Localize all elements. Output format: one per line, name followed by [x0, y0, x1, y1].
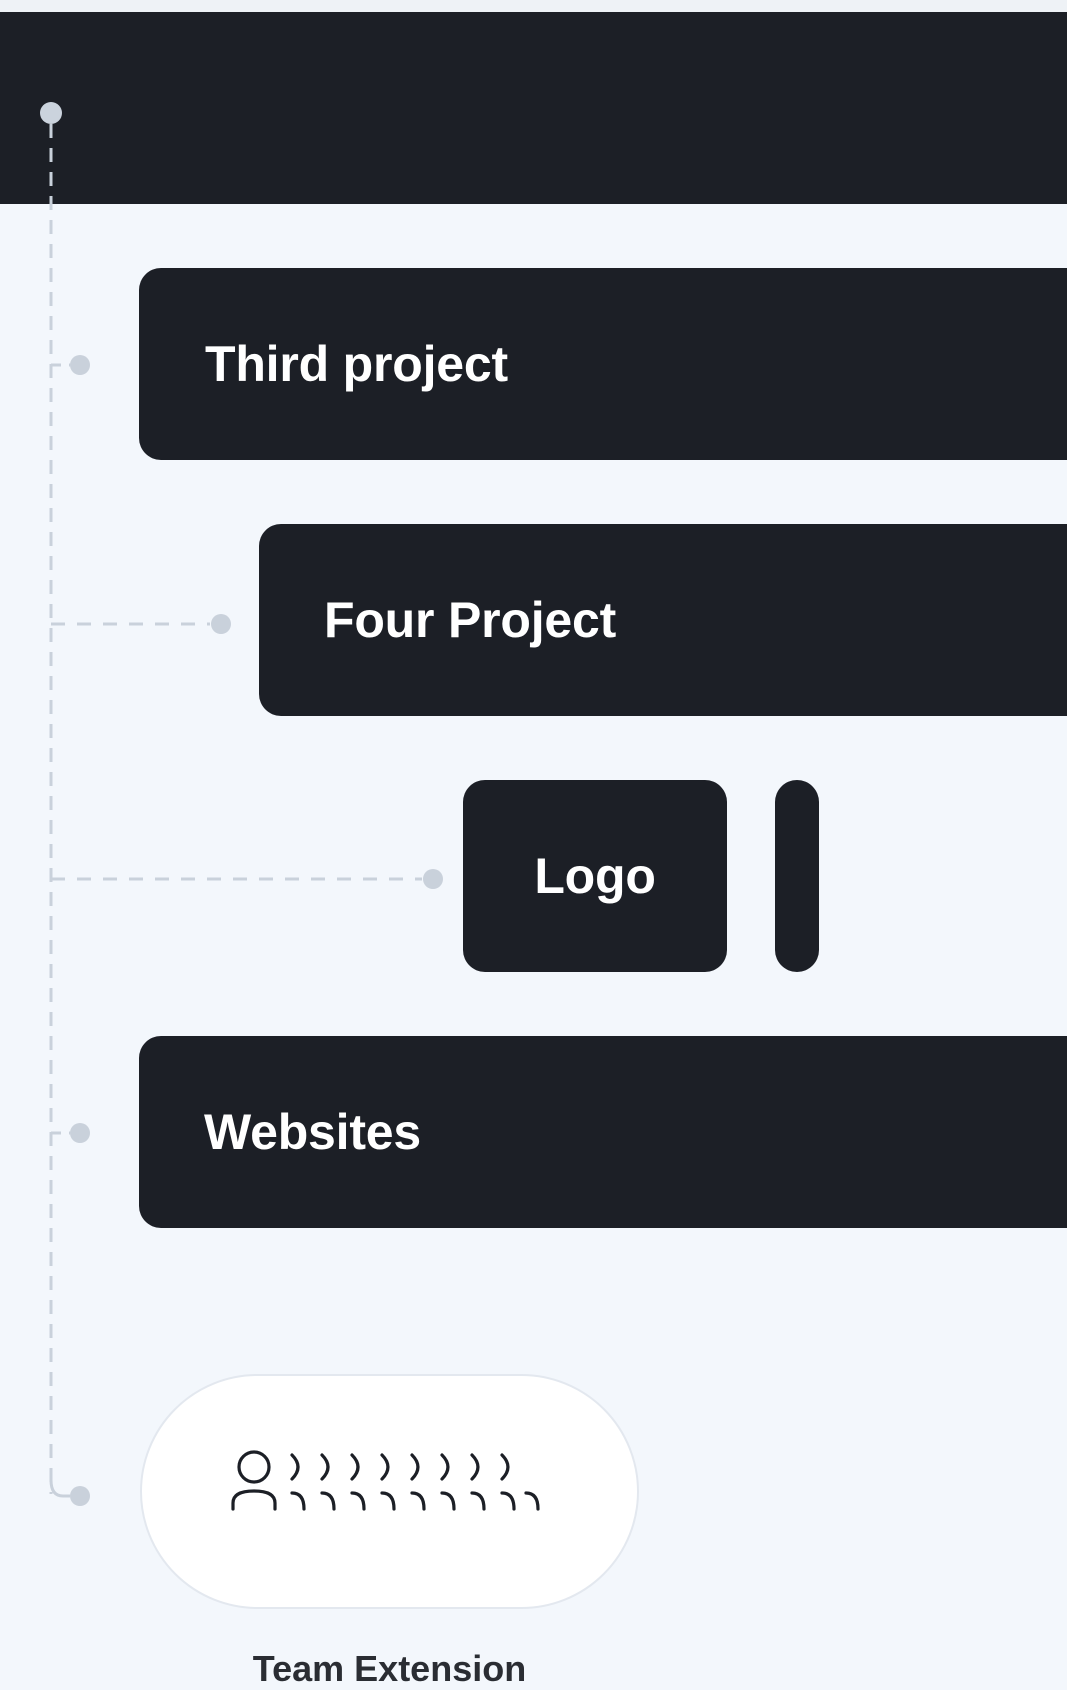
- timeline-item-third-project[interactable]: Third project: [139, 268, 1067, 460]
- connector-team: [49, 1479, 70, 1498]
- logo-resize-handle[interactable]: [775, 780, 819, 972]
- connector-dot-third: [70, 355, 90, 375]
- timeline-item-label: Four Project: [324, 592, 617, 648]
- team-extension-card[interactable]: [140, 1374, 639, 1609]
- timeline-item-logo[interactable]: Logo: [463, 780, 727, 972]
- team-extension-people-icon: [230, 1449, 540, 1511]
- team-extension-label: Team Extension: [252, 1648, 527, 1689]
- timeline-item-four-project[interactable]: Four Project: [259, 524, 1067, 716]
- timeline-start-dot: [40, 102, 62, 124]
- connector-dot-four: [211, 614, 231, 634]
- connector-dot-logo: [423, 869, 443, 889]
- timeline-item-label: Third project: [205, 336, 508, 392]
- connector-dot-team: [70, 1486, 90, 1506]
- timeline-item-websites[interactable]: Websites: [139, 1036, 1067, 1228]
- timeline-item-label: Logo: [534, 848, 656, 904]
- timeline-item-label: Websites: [204, 1104, 422, 1160]
- connector-dot-websites: [70, 1123, 90, 1143]
